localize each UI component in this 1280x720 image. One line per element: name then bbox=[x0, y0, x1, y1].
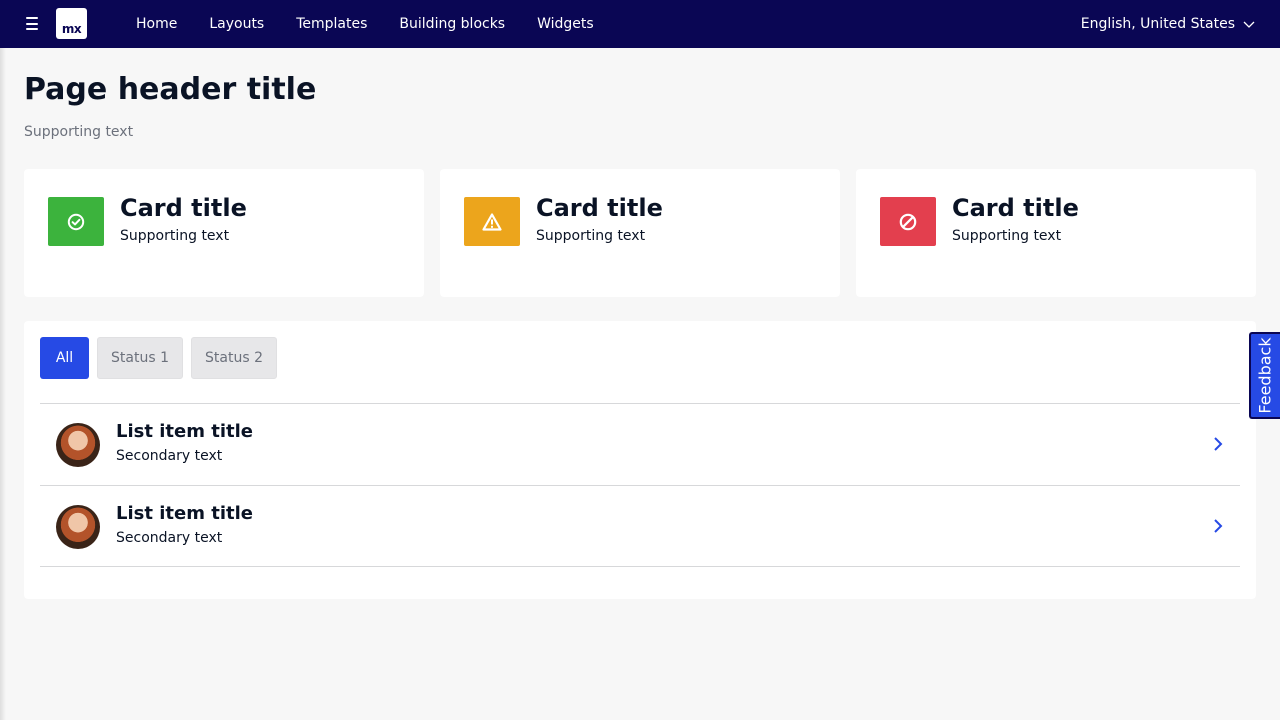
check-circle-icon bbox=[48, 197, 104, 246]
page-title: Page header title bbox=[24, 72, 317, 107]
nav-building-blocks[interactable]: Building blocks bbox=[399, 16, 505, 32]
list-item-title: List item title bbox=[116, 503, 253, 524]
hamburger-menu-icon[interactable] bbox=[26, 17, 38, 30]
nav-templates[interactable]: Templates bbox=[296, 16, 367, 32]
item-list: List item title Secondary text List item… bbox=[40, 403, 1240, 567]
card-subtitle: Supporting text bbox=[536, 228, 646, 244]
chevron-right-icon bbox=[1214, 519, 1223, 533]
feedback-label: Feedback bbox=[1256, 337, 1276, 414]
status-card-warning[interactable]: Card title Supporting text bbox=[440, 169, 840, 297]
top-navigation-bar: mx Home Layouts Templates Building block… bbox=[0, 0, 1280, 48]
card-title: Card title bbox=[120, 194, 247, 222]
status-card-error[interactable]: Card title Supporting text bbox=[856, 169, 1256, 297]
status-card-success[interactable]: Card title Supporting text bbox=[24, 169, 424, 297]
list-item-title: List item title bbox=[116, 421, 253, 442]
avatar bbox=[56, 505, 100, 549]
list-panel: All Status 1 Status 2 List item title Se… bbox=[24, 321, 1256, 599]
feedback-button[interactable]: Feedback bbox=[1249, 332, 1280, 419]
list-item[interactable]: List item title Secondary text bbox=[40, 403, 1240, 485]
card-subtitle: Supporting text bbox=[952, 228, 1062, 244]
status-filter-tabs: All Status 1 Status 2 bbox=[40, 337, 285, 379]
sidebar-edge-shadow bbox=[0, 48, 6, 720]
list-item-subtitle: Secondary text bbox=[116, 448, 223, 464]
list-item-subtitle: Secondary text bbox=[116, 530, 223, 546]
language-label: English, United States bbox=[1080, 16, 1235, 32]
card-title: Card title bbox=[536, 194, 663, 222]
tab-status-1[interactable]: Status 1 bbox=[97, 337, 183, 379]
app-logo[interactable]: mx bbox=[56, 8, 87, 39]
chevron-right-icon bbox=[1214, 437, 1223, 451]
card-title: Card title bbox=[952, 194, 1079, 222]
card-subtitle: Supporting text bbox=[120, 228, 230, 244]
nav-widgets[interactable]: Widgets bbox=[537, 16, 594, 32]
nav-layouts[interactable]: Layouts bbox=[209, 16, 264, 32]
main-nav: Home Layouts Templates Building blocks W… bbox=[136, 0, 626, 48]
block-icon bbox=[880, 197, 936, 246]
tab-status-2[interactable]: Status 2 bbox=[191, 337, 277, 379]
page-subtitle: Supporting text bbox=[24, 124, 134, 140]
avatar bbox=[56, 423, 100, 467]
chevron-down-icon bbox=[1243, 21, 1255, 28]
tab-all[interactable]: All bbox=[40, 337, 89, 379]
warning-icon bbox=[464, 197, 520, 246]
list-item[interactable]: List item title Secondary text bbox=[40, 485, 1240, 567]
nav-home[interactable]: Home bbox=[136, 16, 177, 32]
language-selector[interactable]: English, United States bbox=[1081, 0, 1255, 48]
